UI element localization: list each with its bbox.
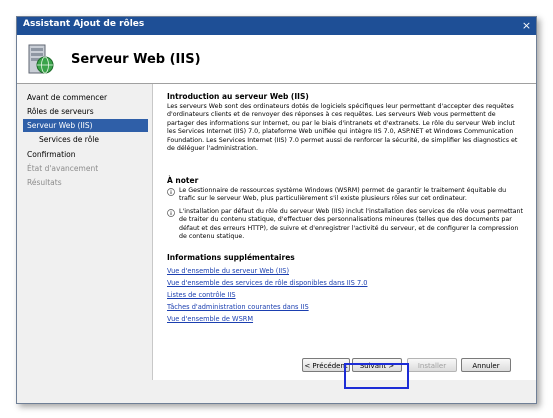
note-text-2: L'installation par défaut du rôle du ser… bbox=[179, 208, 523, 241]
nav-item-confirmation[interactable]: Confirmation bbox=[27, 148, 76, 161]
cancel-button[interactable]: Annuler bbox=[461, 358, 511, 372]
info-icon bbox=[167, 188, 175, 196]
intro-text: Les serveurs Web sont des ordinateurs do… bbox=[167, 103, 518, 153]
content-pane: Introduction au serveur Web (IIS) Les se… bbox=[152, 84, 536, 380]
title-bar[interactable]: Assistant Ajout de rôles × bbox=[17, 17, 536, 35]
note-text-1: Le Gestionnaire de ressources système Wi… bbox=[179, 187, 507, 203]
info-heading: Informations supplémentaires bbox=[167, 253, 295, 262]
server-icon bbox=[28, 44, 54, 74]
install-button: Installer bbox=[407, 358, 457, 372]
nav-item-role-services[interactable]: Services de rôle bbox=[39, 133, 99, 146]
nav-item-server-roles[interactable]: Rôles de serveurs bbox=[27, 105, 94, 118]
intro-heading: Introduction au serveur Web (IIS) bbox=[167, 92, 309, 101]
nav-item-progress: État d'avancement bbox=[27, 164, 99, 173]
link-iis-checklists[interactable]: Listes de contrôle IIS bbox=[167, 291, 236, 299]
next-button-highlight-box bbox=[344, 363, 409, 389]
wizard-steps-nav: Avant de commencer Rôles de serveurs Ser… bbox=[17, 84, 151, 387]
link-iis-admin-tasks[interactable]: Tâches d'administration courantes dans I… bbox=[167, 303, 309, 311]
info-icon bbox=[167, 209, 175, 217]
link-wsrm-overview[interactable]: Vue d'ensemble de WSRM bbox=[167, 315, 253, 323]
nav-item-results: Résultats bbox=[27, 178, 62, 187]
link-role-services-overview[interactable]: Vue d'ensemble des services de rôle disp… bbox=[167, 279, 367, 287]
wizard-header: Serveur Web (IIS) bbox=[17, 35, 536, 84]
window-title: Assistant Ajout de rôles bbox=[23, 19, 145, 29]
note-heading: À noter bbox=[167, 176, 199, 185]
wizard-window: Assistant Ajout de rôles × Serveur Web (… bbox=[16, 16, 537, 404]
close-icon[interactable]: × bbox=[521, 20, 532, 31]
previous-button[interactable]: < Précédent bbox=[302, 358, 350, 372]
page-title: Serveur Web (IIS) bbox=[71, 52, 201, 67]
nav-item-web-server[interactable]: Serveur Web (IIS) bbox=[23, 119, 148, 132]
nav-item-before-you-begin[interactable]: Avant de commencer bbox=[27, 91, 107, 104]
link-web-server-overview[interactable]: Vue d'ensemble du serveur Web (IIS) bbox=[167, 267, 289, 275]
